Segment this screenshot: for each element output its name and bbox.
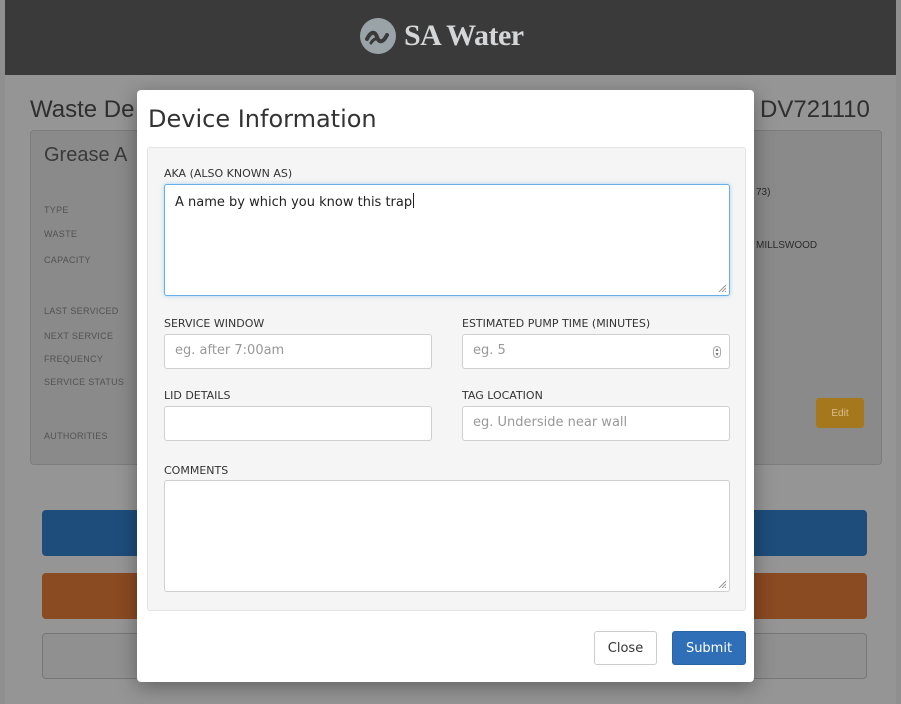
aka-value: A name by which you know this trap	[175, 195, 413, 210]
brand-logo: SA Water	[360, 18, 524, 54]
water-wave-icon	[360, 18, 396, 54]
field-label-capacity: CAPACITY	[44, 255, 91, 265]
brand-name: SA Water	[404, 19, 524, 52]
service-window-label: SERVICE WINDOW	[164, 317, 265, 330]
number-spinner-icon[interactable]: ▴ ▾	[713, 346, 721, 358]
field-value-suburb: MILLSWOOD	[756, 240, 818, 251]
comments-textarea[interactable]	[164, 480, 730, 592]
device-card-title: Grease A	[44, 144, 128, 166]
lid-details-input[interactable]	[164, 406, 432, 441]
submit-button[interactable]: Submit	[672, 631, 746, 665]
field-label-authorities: AUTHORITIES	[44, 431, 108, 441]
text-caret	[413, 193, 415, 208]
lid-details-label: LID DETAILS	[164, 389, 231, 402]
field-label-frequency: FREQUENCY	[44, 354, 104, 364]
modal-title: Device Information	[148, 105, 377, 133]
field-label-next-service: NEXT SERVICE	[44, 331, 114, 341]
pump-time-placeholder: eg. 5	[473, 343, 506, 358]
tag-location-input[interactable]: eg. Underside near wall	[462, 406, 730, 441]
modal-footer	[137, 609, 754, 682]
tag-location-label: TAG LOCATION	[462, 389, 543, 402]
device-information-modal: Device Information AKA (ALSO KNOWN AS) A…	[137, 90, 754, 682]
resize-handle-icon[interactable]	[718, 580, 726, 588]
resize-handle-icon[interactable]	[718, 284, 726, 292]
field-label-type: TYPE	[44, 205, 69, 215]
page-title-device-id: DV721110	[760, 96, 870, 123]
field-value-right-1: 73)	[756, 187, 771, 198]
field-label-last-serviced: LAST SERVICED	[44, 306, 119, 316]
field-label-waste: WASTE	[44, 229, 78, 239]
page-title-left: Waste De	[30, 96, 135, 123]
edit-button[interactable]: Edit	[816, 398, 864, 428]
comments-label: COMMENTS	[164, 464, 229, 477]
aka-label: AKA (ALSO KNOWN AS)	[164, 167, 293, 180]
pump-time-input[interactable]: eg. 5 ▴ ▾	[462, 334, 730, 369]
close-button[interactable]: Close	[594, 631, 657, 665]
aka-textarea[interactable]: A name by which you know this trap	[164, 184, 730, 296]
field-label-service-status: SERVICE STATUS	[44, 377, 125, 387]
service-window-input[interactable]: eg. after 7:00am	[164, 334, 432, 369]
app-header: SA Water	[5, 0, 896, 75]
pump-time-label: ESTIMATED PUMP TIME (MINUTES)	[462, 317, 651, 330]
